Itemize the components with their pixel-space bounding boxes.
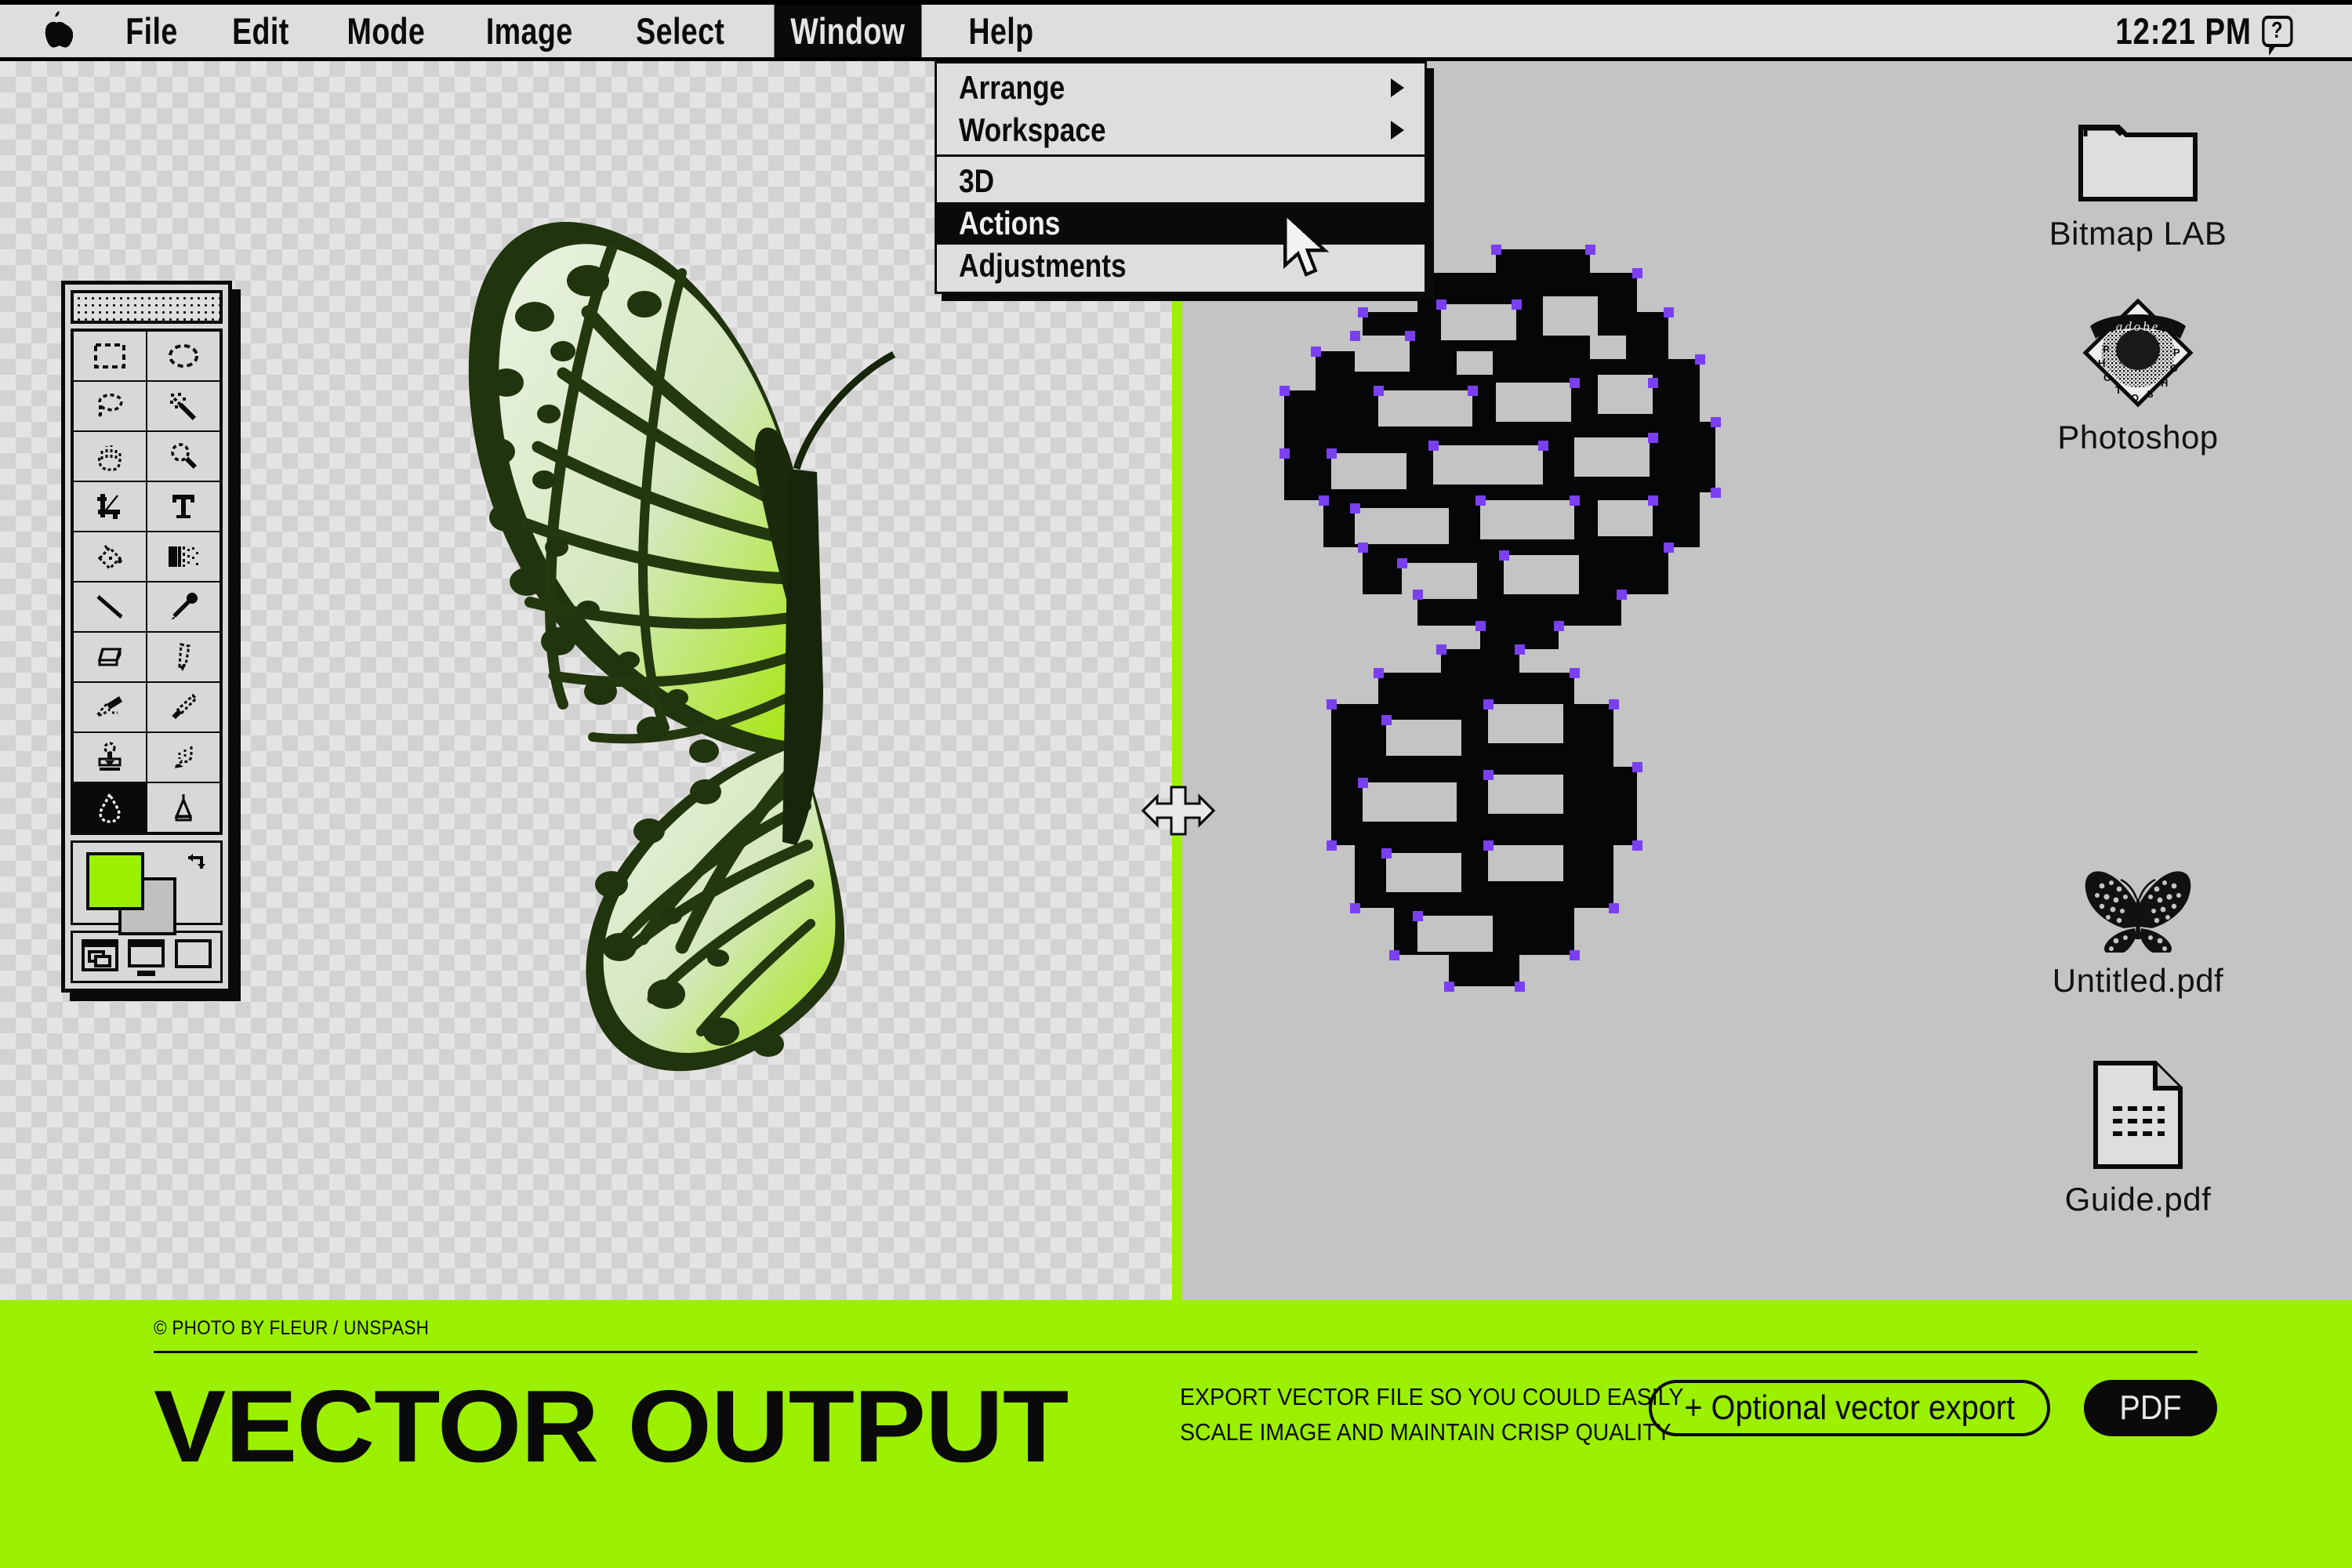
banner-description-line-2: SCALE IMAGE AND MAINTAIN CRISP QUALITY xyxy=(1180,1417,1671,1446)
horizontal-resize-cursor-icon xyxy=(1141,786,1216,836)
desktop-icon-label: Guide.pdf xyxy=(2064,1181,2212,1218)
menu-item-adjustments-label: Adjustments xyxy=(959,247,1127,284)
svg-text:H: H xyxy=(2098,358,2105,369)
menubar-spacer xyxy=(1062,5,2063,57)
elliptical-marquee-tool[interactable] xyxy=(146,330,221,382)
clone-stamp-tool[interactable] xyxy=(72,731,147,783)
menu-item-arrange[interactable]: Arrange xyxy=(937,67,1425,109)
menu-item-actions[interactable]: Actions xyxy=(937,202,1425,245)
blur-tool[interactable] xyxy=(72,782,147,833)
submenu-chevron-right-icon xyxy=(1391,121,1404,140)
menu-item-actions-label: Actions xyxy=(959,205,1061,241)
help-balloon-icon[interactable]: ? xyxy=(2262,15,2293,56)
menu-item-workspace-label: Workspace xyxy=(959,111,1106,148)
menu-item-arrange-label: Arrange xyxy=(959,69,1065,106)
pdf-label: PDF xyxy=(2119,1388,2182,1427)
photoshop-app-icon: adobe PH OT O SH OP xyxy=(2082,298,2194,408)
menubar-item-edit[interactable]: Edit xyxy=(216,5,305,57)
menubar-item-help[interactable]: Help xyxy=(953,5,1051,57)
desktop-icon-untitled-pdf[interactable]: Untitled.pdf xyxy=(2020,862,2256,1000)
screen-mode-group xyxy=(71,931,223,983)
svg-text:O: O xyxy=(2103,372,2111,383)
menubar-item-select[interactable]: Select xyxy=(619,5,741,57)
window-dropdown-menu: Arrange Workspace 3D Actions Adjustments xyxy=(935,61,1427,294)
standard-screen-mode-button[interactable] xyxy=(82,939,118,971)
svg-text:P: P xyxy=(2103,343,2110,355)
line-tool[interactable] xyxy=(72,581,147,633)
menubar-item-mode[interactable]: Mode xyxy=(330,5,441,57)
submenu-chevron-right-icon xyxy=(1391,78,1404,97)
menubar: File Edit Mode Image Select Window Help … xyxy=(0,0,2352,61)
folder-icon xyxy=(2078,125,2198,201)
rectangular-marquee-tool[interactable] xyxy=(72,330,147,382)
tool-grid xyxy=(71,328,223,835)
lasso-tool[interactable] xyxy=(72,380,147,432)
help-balloon-glyph: ? xyxy=(2271,18,2284,43)
full-screen-mode-button[interactable] xyxy=(175,939,212,971)
desktop-icon-guide-pdf[interactable]: Guide.pdf xyxy=(2020,1058,2256,1218)
banner-headline: VECTOR OUTPUT xyxy=(154,1369,1069,1484)
bitmap-traced-artwork xyxy=(1279,245,1721,992)
banner-divider-rule xyxy=(154,1351,2198,1353)
clock-label: 12:21 PM xyxy=(2115,10,2252,52)
svg-text:O: O xyxy=(2170,362,2178,374)
desktop-icon-label: Photoshop xyxy=(2057,419,2219,456)
optional-vector-export-button[interactable]: + Optional vector export xyxy=(1649,1380,2050,1436)
apple-logo-icon[interactable] xyxy=(0,5,99,57)
banner-description: EXPORT VECTOR FILE SO YOU COULD EASILY S… xyxy=(1180,1380,1683,1450)
menu-item-adjustments[interactable]: Adjustments xyxy=(937,245,1425,287)
foreground-color-swatch[interactable] xyxy=(86,852,144,910)
swap-colors-icon[interactable] xyxy=(181,850,212,878)
menubar-item-image[interactable]: Image xyxy=(470,5,590,57)
paintbrush-tool[interactable] xyxy=(146,681,221,733)
desktop-icon-label: Untitled.pdf xyxy=(2052,962,2224,999)
svg-text:P: P xyxy=(2173,347,2180,358)
menubar-item-window[interactable]: Window xyxy=(774,5,922,57)
eraser-tool[interactable] xyxy=(72,631,147,683)
gradient-tool[interactable] xyxy=(146,531,221,583)
menu-item-workspace[interactable]: Workspace xyxy=(937,109,1425,151)
desktop-icon-photoshop[interactable]: adobe PH OT O SH OP Photoshop xyxy=(2020,284,2256,456)
svg-text:H: H xyxy=(2161,377,2168,389)
type-tool[interactable] xyxy=(146,481,221,532)
photo-credit: © PHOTO BY FLEUR / UNSPASH xyxy=(154,1317,430,1339)
paint-bucket-tool[interactable] xyxy=(72,531,147,583)
menubar-status-area: 12:21 PM ? xyxy=(2115,5,2352,57)
full-screen-with-menubar-mode-button[interactable] xyxy=(128,939,165,976)
svg-text:O: O xyxy=(2131,392,2139,404)
menu-item-3d[interactable]: 3D xyxy=(937,160,1425,202)
airbrush-tool[interactable] xyxy=(72,681,147,733)
tool-palette xyxy=(61,281,232,993)
palette-drag-titlebar[interactable] xyxy=(71,290,223,324)
svg-text:T: T xyxy=(2115,384,2122,396)
menu-item-3d-label: 3D xyxy=(959,162,995,199)
magic-wand-tool[interactable] xyxy=(146,380,221,432)
dodge-burn-tool[interactable] xyxy=(146,782,221,833)
eyedropper-tool[interactable] xyxy=(146,581,221,633)
desktop-icon-label: Bitmap LAB xyxy=(2049,215,2227,252)
pdf-button[interactable]: PDF xyxy=(2084,1380,2217,1436)
optional-vector-export-label: + Optional vector export xyxy=(1684,1388,2015,1427)
color-swatch-group xyxy=(71,840,223,935)
smudge-tool[interactable] xyxy=(146,731,221,783)
hand-tool[interactable] xyxy=(72,430,147,482)
mouse-arrow-cursor-icon xyxy=(1283,212,1330,277)
pencil-tool[interactable] xyxy=(146,631,221,683)
banner-description-line-1: EXPORT VECTOR FILE SO YOU COULD EASILY xyxy=(1180,1383,1684,1410)
desktop-icon-bitmap-lab[interactable]: Bitmap LAB xyxy=(2020,119,2256,252)
butterfly-thumbnail-icon xyxy=(2085,871,2191,953)
butterfly-photo-layer xyxy=(468,221,896,1072)
menu-separator xyxy=(937,154,1425,157)
svg-text:S: S xyxy=(2147,388,2154,400)
crop-tool[interactable] xyxy=(72,481,147,532)
menubar-item-file[interactable]: File xyxy=(109,5,194,57)
document-icon xyxy=(2093,1061,2183,1169)
svg-text:adobe: adobe xyxy=(2116,319,2161,334)
zoom-tool[interactable] xyxy=(146,430,221,482)
